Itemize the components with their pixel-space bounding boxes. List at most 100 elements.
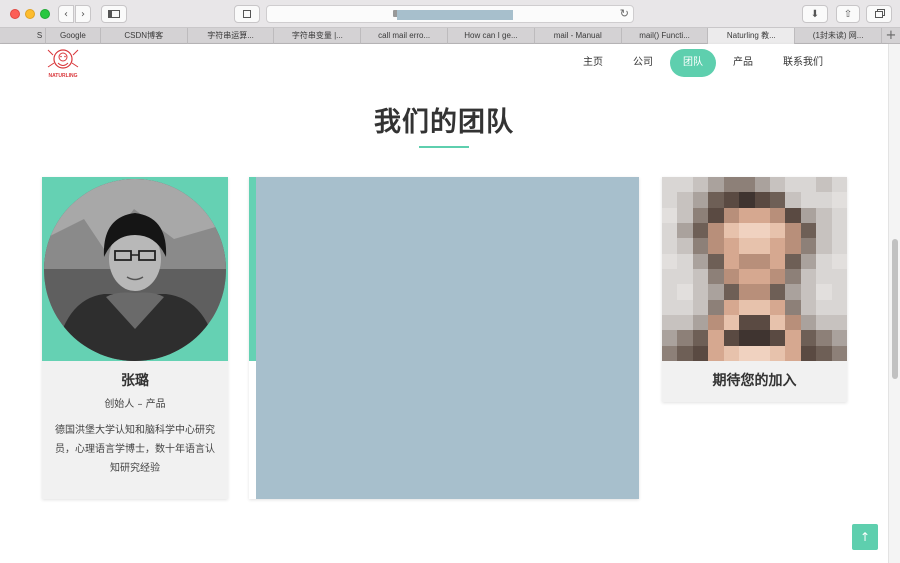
mosaic-tile	[708, 238, 724, 254]
chevron-left-icon: ‹	[64, 8, 68, 20]
mosaic-tile	[723, 192, 740, 208]
mosaic-tile	[708, 253, 724, 269]
tab[interactable]: Google	[46, 28, 101, 44]
mosaic-tile	[723, 207, 740, 223]
tab-active[interactable]: Naturling 教...	[708, 28, 796, 44]
team-section: 我们的团队 张璐 创始人 – 产品 德国洪堡大学认知和脑科学中心研究员，心理语言…	[0, 82, 888, 563]
page-scrollbar[interactable]	[888, 44, 900, 563]
mosaic-tile	[754, 238, 770, 254]
mosaic-tile	[831, 222, 847, 239]
mosaic-tile	[739, 253, 755, 269]
mosaic-tile	[677, 222, 693, 239]
new-tab-button[interactable]: +	[882, 28, 900, 44]
mosaic-tile	[708, 177, 724, 193]
mosaic-tile	[692, 238, 709, 254]
mosaic-tile	[816, 314, 832, 331]
back-button[interactable]: ‹	[58, 5, 74, 23]
mosaic-tile	[692, 330, 709, 346]
mosaic-tile	[723, 268, 740, 285]
site-logo[interactable]: NATURLING	[44, 47, 82, 81]
mosaic-tile	[800, 253, 817, 269]
mosaic-tile	[692, 268, 709, 285]
tab[interactable]: S	[0, 28, 46, 44]
mosaic-tile	[692, 314, 709, 331]
address-bar[interactable]: ↻	[266, 5, 634, 23]
mosaic-tile	[677, 299, 693, 315]
url-redacted	[397, 10, 513, 20]
mosaic-tile	[785, 238, 801, 254]
mosaic-tile	[816, 222, 832, 239]
mosaic-tile	[800, 299, 817, 315]
tab[interactable]: (1封未读) 网...	[795, 28, 883, 44]
mosaic-tile	[800, 238, 817, 254]
pixelated-photo	[662, 177, 847, 361]
reload-icon[interactable]: ↻	[620, 7, 629, 20]
mosaic-tile	[816, 299, 832, 315]
mosaic-tile	[677, 207, 693, 223]
reader-view-button[interactable]	[234, 5, 260, 23]
mosaic-tile	[769, 314, 786, 331]
mosaic-tile	[739, 299, 755, 315]
mosaic-tile	[831, 330, 847, 346]
member-name: 张璐	[121, 373, 149, 389]
tab[interactable]: 字符串变量 |...	[274, 28, 362, 44]
scrollbar-thumb[interactable]	[892, 239, 898, 379]
nav-item-contact[interactable]: 联系我们	[770, 49, 836, 77]
mosaic-tile	[785, 253, 801, 269]
download-icon: ⬇	[810, 8, 820, 20]
mosaic-tile	[739, 284, 755, 300]
mosaic-tile	[754, 268, 770, 285]
mosaic-tile	[785, 284, 801, 300]
browser-toolbar: ‹ › ↻ ⬇ ⇧	[0, 0, 900, 28]
mosaic-tile	[662, 268, 678, 285]
mosaic-tile	[662, 177, 678, 193]
mosaic-tile	[816, 192, 832, 208]
mosaic-tile	[677, 192, 693, 208]
mosaic-tile	[831, 253, 847, 269]
back-to-top-button[interactable]: ↑	[852, 524, 878, 550]
mosaic-tile	[800, 284, 817, 300]
nav-item-home[interactable]: 主页	[570, 49, 616, 77]
mosaic-tile	[739, 207, 755, 223]
tab[interactable]: How can I ge...	[448, 28, 535, 44]
tab[interactable]: mail() Functi...	[622, 28, 709, 44]
mosaic-tile	[692, 177, 709, 193]
tab[interactable]: 字符串运算...	[188, 28, 275, 44]
mosaic-tile	[754, 345, 770, 361]
nav-item-products[interactable]: 产品	[720, 49, 766, 77]
mosaic-tile	[785, 207, 801, 223]
tab[interactable]: call mail erro...	[361, 28, 449, 44]
main-nav: 主页 公司 团队 产品 联系我们	[566, 49, 836, 77]
mosaic-tile	[785, 222, 801, 239]
mosaic-tile	[816, 207, 832, 223]
close-window-button[interactable]	[10, 9, 20, 19]
mosaic-tile	[769, 207, 786, 223]
minimize-window-button[interactable]	[25, 9, 35, 19]
redacted-content	[256, 177, 639, 499]
tab[interactable]: mail - Manual	[535, 28, 622, 44]
mosaic-tile	[831, 177, 847, 193]
nav-item-team[interactable]: 团队	[670, 49, 716, 77]
mosaic-tile	[662, 222, 678, 239]
mosaic-tile	[831, 314, 847, 331]
member-photo	[44, 179, 226, 361]
share-button[interactable]: ⇧	[836, 5, 860, 23]
mosaic-tile	[739, 314, 755, 331]
mosaic-tile	[800, 330, 817, 346]
mosaic-tile	[785, 314, 801, 331]
mosaic-tile	[677, 177, 693, 193]
tab[interactable]: CSDN博客	[101, 28, 188, 44]
mosaic-tile	[692, 345, 709, 361]
downloads-button[interactable]: ⬇	[802, 5, 828, 23]
zoom-window-button[interactable]	[40, 9, 50, 19]
mosaic-tile	[800, 177, 817, 193]
mosaic-tile	[662, 345, 678, 361]
mosaic-tile	[754, 299, 770, 315]
tab-overview-button[interactable]	[866, 5, 892, 23]
mosaic-tile	[692, 284, 709, 300]
sidebar-toggle-button[interactable]	[101, 5, 127, 23]
member-photo-frame	[42, 177, 228, 361]
forward-button[interactable]: ›	[75, 5, 91, 23]
mosaic-tile	[769, 222, 786, 239]
nav-item-company[interactable]: 公司	[620, 49, 666, 77]
